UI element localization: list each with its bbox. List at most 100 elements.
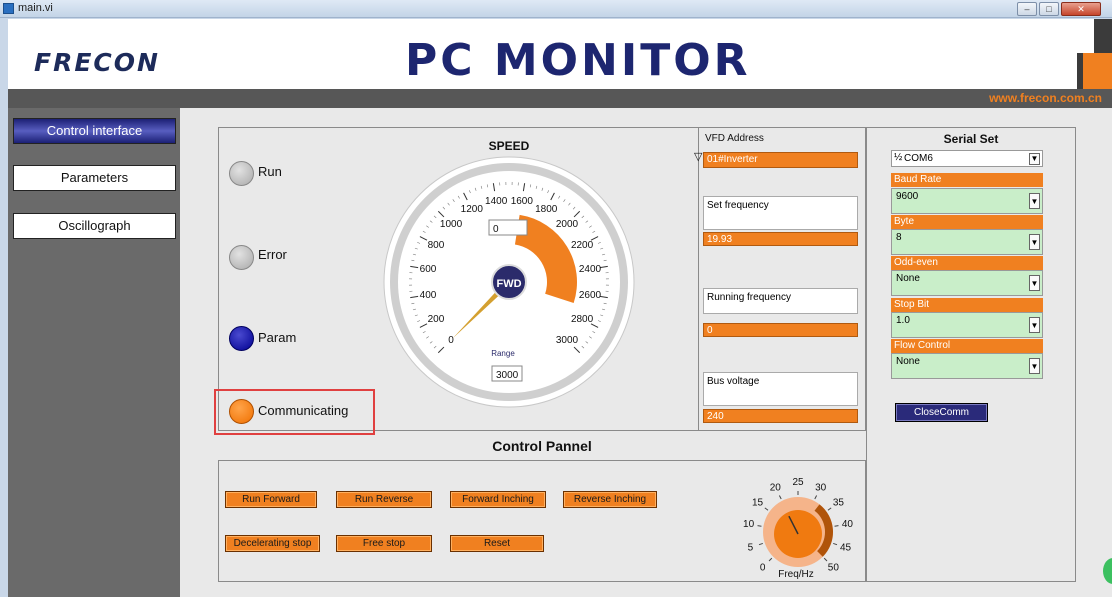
- decelerating-stop-button[interactable]: Decelerating stop: [225, 535, 320, 552]
- close-button[interactable]: ✕: [1061, 2, 1101, 16]
- chevron-down-icon[interactable]: ▼: [1029, 275, 1040, 291]
- gauge-tick-label: 2800: [571, 314, 594, 325]
- knob-tick-label: 45: [840, 542, 852, 553]
- chevron-down-icon[interactable]: ▼: [1029, 358, 1040, 374]
- byte-label: Byte: [891, 215, 1043, 229]
- freq-label: Freq/Hz: [778, 569, 814, 580]
- knob-tick-label: 25: [792, 477, 804, 488]
- gauge-tick-label: 2400: [579, 264, 602, 275]
- knob-tick: [778, 495, 782, 500]
- nav-parameters[interactable]: Parameters: [13, 165, 176, 191]
- knob-tick: [768, 557, 773, 562]
- gauge-tick-label: 1600: [511, 196, 534, 207]
- knob-tick: [758, 542, 763, 546]
- port-icon: ½: [894, 152, 903, 163]
- chevron-down-icon[interactable]: ▼: [1029, 153, 1040, 165]
- app-icon: [3, 3, 14, 14]
- gauge-tick-label: 800: [428, 240, 445, 251]
- run-reverse-button[interactable]: Run Reverse: [336, 491, 432, 508]
- gauge-tick-label: 400: [420, 290, 437, 301]
- set-frequency-label: Set frequency: [703, 196, 858, 230]
- com-port-select[interactable]: ½ COM6 ▼: [891, 150, 1043, 167]
- knob-tick: [757, 525, 762, 527]
- gauge-tick-label: 0: [448, 335, 454, 346]
- baud-rate-select[interactable]: 9600: [891, 188, 1043, 214]
- knob-tick: [764, 507, 769, 511]
- forward-inching-button[interactable]: Forward Inching: [450, 491, 546, 508]
- gauge-tick-label: 2600: [579, 290, 602, 301]
- nav-oscillograph[interactable]: Oscillograph: [13, 213, 176, 239]
- set-frequency-value: 19.93: [703, 232, 858, 246]
- frequency-knob[interactable]: 05 10 15 20 25 30 35 40 4550 Freq/Hz: [733, 462, 863, 592]
- reverse-inching-button[interactable]: Reverse Inching: [563, 491, 657, 508]
- knob-tick-label: 5: [748, 542, 754, 553]
- maximize-button[interactable]: □: [1039, 2, 1059, 16]
- knob-tick: [827, 507, 832, 511]
- knob-tick-label: 10: [743, 519, 755, 530]
- knob-tick-label: 15: [752, 498, 764, 509]
- window-title: main.vi: [18, 2, 53, 14]
- speed-gauge: SPEED 0200400600800100012001400 160018002…: [383, 139, 635, 408]
- free-stop-button[interactable]: Free stop: [336, 535, 432, 552]
- gauge-tick-label: 1400: [485, 196, 508, 207]
- running-frequency-value: 0: [703, 323, 858, 337]
- stop-bit-label: Stop Bit: [891, 298, 1043, 312]
- dropdown-triangle-icon[interactable]: ▽: [694, 150, 702, 163]
- highlight-box: [214, 389, 375, 435]
- run-indicator: [229, 161, 254, 186]
- gauge-tick-label: 3000: [556, 335, 579, 346]
- gauge-tick-label: 200: [428, 314, 445, 325]
- gauge-tick-label: 2200: [571, 240, 594, 251]
- gauge-tick-label: 1200: [461, 204, 484, 215]
- knob-tick: [834, 525, 839, 527]
- bus-voltage-label: Bus voltage: [703, 372, 858, 406]
- knob-tick: [833, 542, 838, 546]
- range-label: Range: [491, 349, 515, 358]
- vfd-address-field[interactable]: 01#Inverter: [703, 152, 858, 168]
- range-value: 3000: [496, 370, 519, 381]
- chevron-down-icon[interactable]: ▼: [1029, 234, 1040, 250]
- gauge-tick-label: 600: [420, 264, 437, 275]
- gauge-tick-label: 1000: [440, 219, 463, 230]
- close-comm-button[interactable]: CloseComm: [895, 403, 988, 422]
- nav-control-interface[interactable]: Control interface: [13, 118, 176, 144]
- run-label: Run: [258, 164, 282, 179]
- knob-tick-label: 0: [760, 562, 766, 573]
- run-forward-button[interactable]: Run Forward: [225, 491, 317, 508]
- knob-tick-label: 35: [833, 498, 845, 509]
- brand-logo: FRECON: [34, 48, 160, 77]
- vfd-address-label: VFD Address: [705, 133, 764, 144]
- header-banner: FRECON PC MONITOR: [8, 19, 1112, 89]
- flow-control-select[interactable]: None: [891, 353, 1043, 379]
- running-frequency-label: Running frequency: [703, 288, 858, 314]
- chevron-down-icon[interactable]: ▼: [1029, 317, 1040, 333]
- param-indicator: [229, 326, 254, 351]
- stop-bit-select[interactable]: 1.0: [891, 312, 1043, 338]
- gauge-tick-label: 2000: [556, 219, 579, 230]
- control-panel-title: Control Pannel: [492, 438, 592, 454]
- param-label: Param: [258, 330, 297, 345]
- knob-tick-label: 30: [815, 482, 827, 493]
- website-link[interactable]: www.frecon.com.cn: [989, 91, 1102, 105]
- error-indicator: [229, 245, 254, 270]
- speed-value: 0: [493, 224, 499, 235]
- serial-title: Serial Set: [943, 132, 999, 146]
- odd-even-label: Odd-even: [891, 256, 1043, 270]
- bus-voltage-value: 240: [703, 409, 858, 423]
- header-strip: www.frecon.com.cn: [8, 89, 1112, 108]
- com-port-value: COM6: [904, 153, 933, 164]
- reset-button[interactable]: Reset: [450, 535, 544, 552]
- minimize-button[interactable]: –: [1017, 2, 1037, 16]
- knob-tick-label: 50: [828, 562, 840, 573]
- flow-control-label: Flow Control: [891, 339, 1043, 353]
- window-titlebar: main.vi – □ ✕: [0, 0, 1112, 18]
- odd-even-select[interactable]: None: [891, 270, 1043, 296]
- knob-tick-label: 20: [770, 482, 782, 493]
- byte-select[interactable]: 8: [891, 229, 1043, 255]
- gauge-hub-label: FWD: [496, 278, 521, 290]
- gauge-tick-label: 1800: [535, 204, 558, 215]
- chevron-down-icon[interactable]: ▼: [1029, 193, 1040, 209]
- page-title: PC MONITOR: [405, 35, 751, 86]
- speed-title: SPEED: [489, 139, 530, 153]
- knob-tick: [823, 557, 828, 562]
